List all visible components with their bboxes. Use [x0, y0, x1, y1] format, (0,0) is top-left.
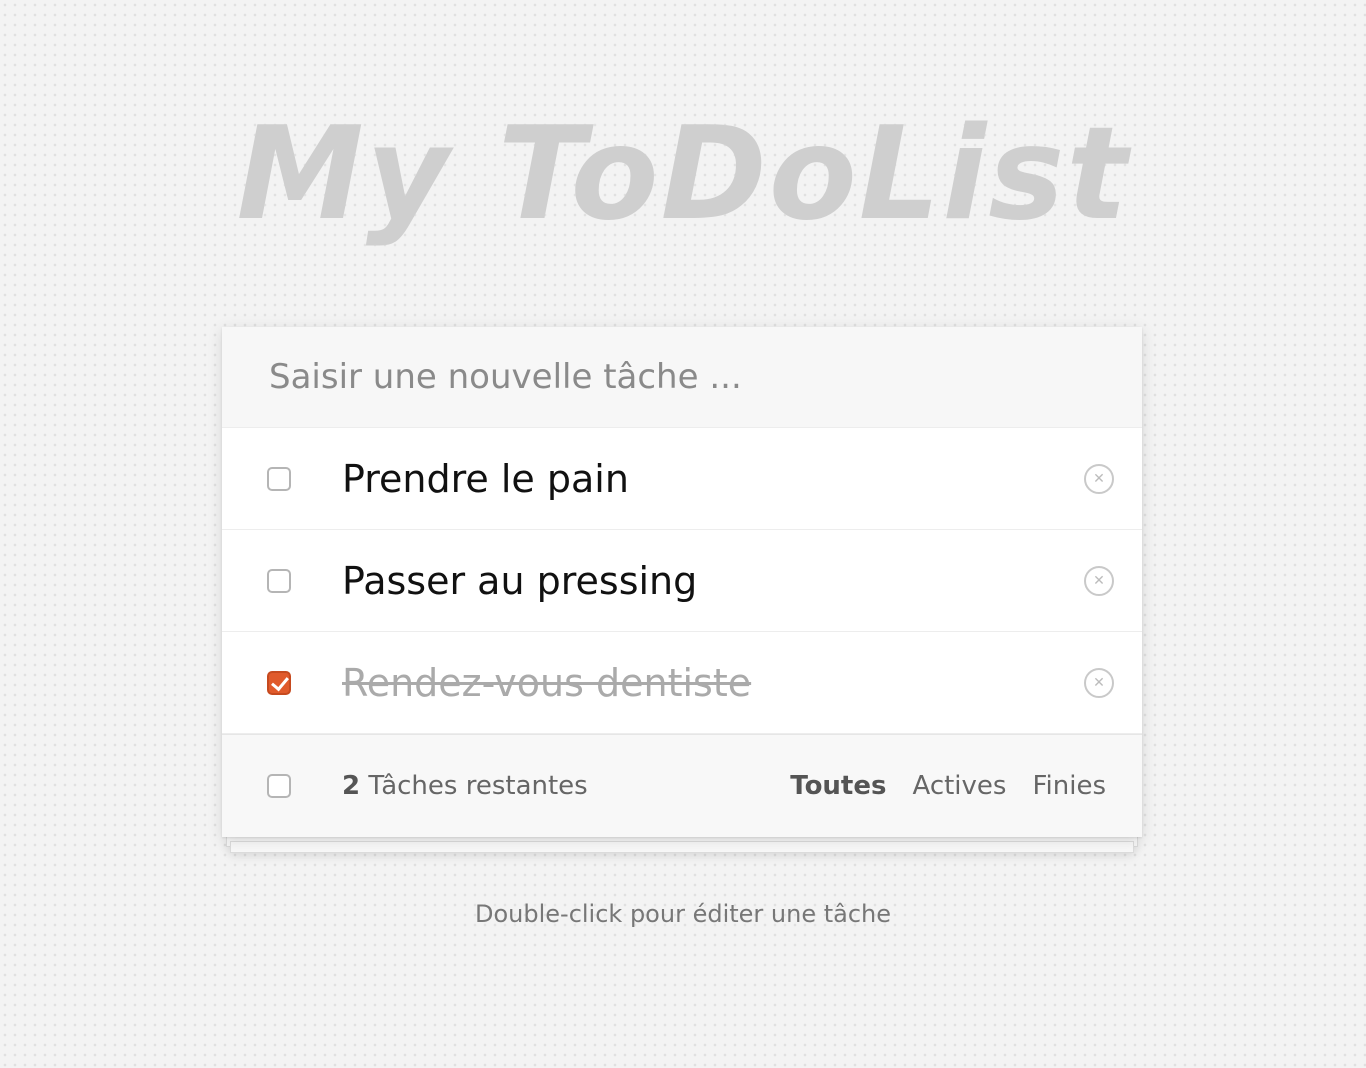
todo-item[interactable]: Prendre le pain ✕ [222, 428, 1142, 530]
todo-label[interactable]: Passer au pressing [342, 559, 697, 603]
new-todo-header [222, 327, 1142, 428]
todo-item-completed[interactable]: Rendez-vous dentiste ✕ [222, 632, 1142, 734]
filter-all[interactable]: Toutes [790, 771, 886, 801]
todo-app-panel: Prendre le pain ✕ Passer au pressing ✕ R… [222, 327, 1142, 853]
filters: Toutes Actives Finies [790, 771, 1106, 801]
close-circle-icon[interactable]: ✕ [1084, 463, 1114, 494]
todo-card: Prendre le pain ✕ Passer au pressing ✕ R… [222, 327, 1142, 837]
stack-sheet [230, 841, 1134, 853]
todo-toggle-checkbox[interactable] [267, 568, 291, 593]
todo-label[interactable]: Rendez-vous dentiste [342, 661, 751, 705]
remaining-count-number: 2 [342, 771, 361, 801]
toggle-all-checkbox[interactable] [267, 774, 291, 798]
close-circle-icon[interactable]: ✕ [1084, 565, 1114, 596]
app-title: My ToDoList [236, 100, 1130, 249]
remaining-count-label: Tâches restantes [368, 771, 588, 801]
filter-completed[interactable]: Finies [1032, 771, 1106, 801]
todo-footer: 2 Tâches restantes Toutes Actives Finies [222, 734, 1142, 837]
remaining-count: 2 Tâches restantes [342, 771, 588, 801]
new-todo-input[interactable] [267, 356, 1091, 398]
todo-item[interactable]: Passer au pressing ✕ [222, 530, 1142, 632]
todo-label[interactable]: Prendre le pain [342, 457, 629, 501]
close-circle-icon[interactable]: ✕ [1084, 667, 1114, 698]
todo-list: Prendre le pain ✕ Passer au pressing ✕ R… [222, 428, 1142, 734]
edit-hint: Double-click pour éditer une tâche [474, 900, 892, 928]
filter-active[interactable]: Actives [912, 771, 1006, 801]
todo-toggle-checkbox[interactable] [267, 466, 291, 491]
todo-toggle-checkbox-checked[interactable] [267, 670, 291, 695]
